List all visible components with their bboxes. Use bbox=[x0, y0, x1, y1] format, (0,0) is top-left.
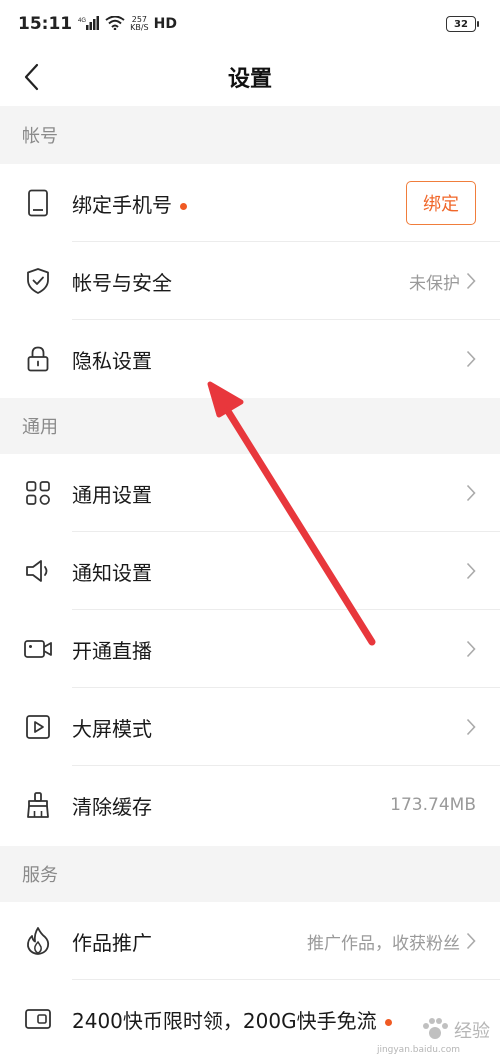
row-big-screen[interactable]: 大屏模式 bbox=[0, 688, 500, 766]
row-right bbox=[466, 484, 476, 502]
row-bind-phone[interactable]: 绑定手机号 绑定 bbox=[0, 164, 500, 242]
broom-icon bbox=[22, 789, 54, 821]
bind-phone-label: 绑定手机号 bbox=[72, 192, 172, 217]
camera-icon bbox=[22, 633, 54, 665]
chevron-right-icon bbox=[466, 350, 476, 368]
row-right bbox=[466, 562, 476, 580]
notification-label: 通知设置 bbox=[72, 560, 152, 585]
chevron-right-icon bbox=[466, 718, 476, 736]
battery-icon: 32 bbox=[446, 16, 479, 32]
signal-icon: 4G bbox=[78, 15, 100, 33]
row-clear-cache[interactable]: 清除缓存 173.74MB bbox=[0, 766, 500, 844]
play-icon bbox=[22, 711, 54, 743]
status-time: 15:11 bbox=[18, 14, 73, 34]
watermark-text: 经验 bbox=[454, 1021, 490, 1042]
promotion-hint: 推广作品，收获粉丝 bbox=[307, 933, 460, 954]
battery-level: 32 bbox=[454, 18, 468, 30]
row-privacy[interactable]: 隐私设置 bbox=[0, 320, 500, 398]
row-live[interactable]: 开通直播 bbox=[0, 610, 500, 688]
page-header: 设置 bbox=[0, 48, 500, 106]
general-settings-label: 通用设置 bbox=[72, 482, 152, 507]
coin-offer-label: 2400快币限时领，200G快手免流 bbox=[72, 1008, 377, 1033]
back-button[interactable] bbox=[14, 60, 48, 94]
network-speed: 257 KB/S bbox=[130, 16, 149, 32]
chevron-right-icon bbox=[466, 272, 476, 290]
row-right: 推广作品，收获粉丝 bbox=[307, 929, 476, 954]
card-icon bbox=[22, 1003, 54, 1035]
row-right bbox=[466, 640, 476, 658]
wifi-icon bbox=[105, 15, 125, 33]
chevron-right-icon bbox=[466, 562, 476, 580]
row-right: 未保护 bbox=[409, 269, 476, 294]
speed-unit: KB/S bbox=[130, 23, 149, 32]
flame-icon bbox=[22, 925, 54, 957]
row-account-security[interactable]: 帐号与安全 未保护 bbox=[0, 242, 500, 320]
chevron-right-icon bbox=[466, 640, 476, 658]
row-label: 2400快币限时领，200G快手免流 bbox=[72, 1005, 392, 1034]
lock-icon bbox=[22, 343, 54, 375]
chevron-left-icon bbox=[24, 63, 39, 91]
speaker-icon bbox=[22, 555, 54, 587]
row-promotion[interactable]: 作品推广 推广作品，收获粉丝 bbox=[0, 902, 500, 980]
account-security-label: 帐号与安全 bbox=[72, 270, 172, 295]
row-label: 绑定手机号 bbox=[72, 189, 187, 218]
hd-indicator: HD bbox=[153, 16, 177, 32]
shield-icon bbox=[22, 265, 54, 297]
row-right bbox=[466, 350, 476, 368]
row-notification[interactable]: 通知设置 bbox=[0, 532, 500, 610]
section-header-services: 服务 bbox=[0, 846, 500, 902]
section-header-account: 帐号 bbox=[0, 106, 500, 164]
watermark-url: jingyan.baidu.com bbox=[376, 1045, 460, 1055]
security-status: 未保护 bbox=[409, 273, 460, 294]
cache-size: 173.74MB bbox=[390, 795, 476, 815]
notification-dot bbox=[180, 202, 187, 210]
row-right: 173.74MB bbox=[390, 795, 476, 815]
live-label: 开通直播 bbox=[72, 638, 152, 663]
status-bar: 15:11 4G 257 KB/S HD 32 bbox=[0, 0, 500, 48]
page-title: 设置 bbox=[227, 67, 272, 92]
grid-icon bbox=[22, 477, 54, 509]
phone-icon bbox=[22, 187, 54, 219]
section-header-general: 通用 bbox=[0, 398, 500, 454]
big-screen-label: 大屏模式 bbox=[72, 716, 152, 741]
clear-cache-label: 清除缓存 bbox=[72, 794, 152, 819]
promotion-label: 作品推广 bbox=[72, 930, 152, 955]
privacy-label: 隐私设置 bbox=[72, 348, 152, 373]
notification-dot bbox=[384, 1018, 392, 1026]
paw-logo-icon bbox=[423, 1018, 448, 1039]
bind-button[interactable]: 绑定 bbox=[406, 181, 476, 225]
row-general-settings[interactable]: 通用设置 bbox=[0, 454, 500, 532]
watermark: 经验 bbox=[420, 1017, 490, 1043]
chevron-right-icon bbox=[466, 484, 476, 502]
network-type: 4G bbox=[78, 18, 86, 24]
row-right bbox=[466, 718, 476, 736]
chevron-right-icon bbox=[466, 932, 476, 950]
status-icons: 4G 257 KB/S HD bbox=[78, 15, 177, 33]
